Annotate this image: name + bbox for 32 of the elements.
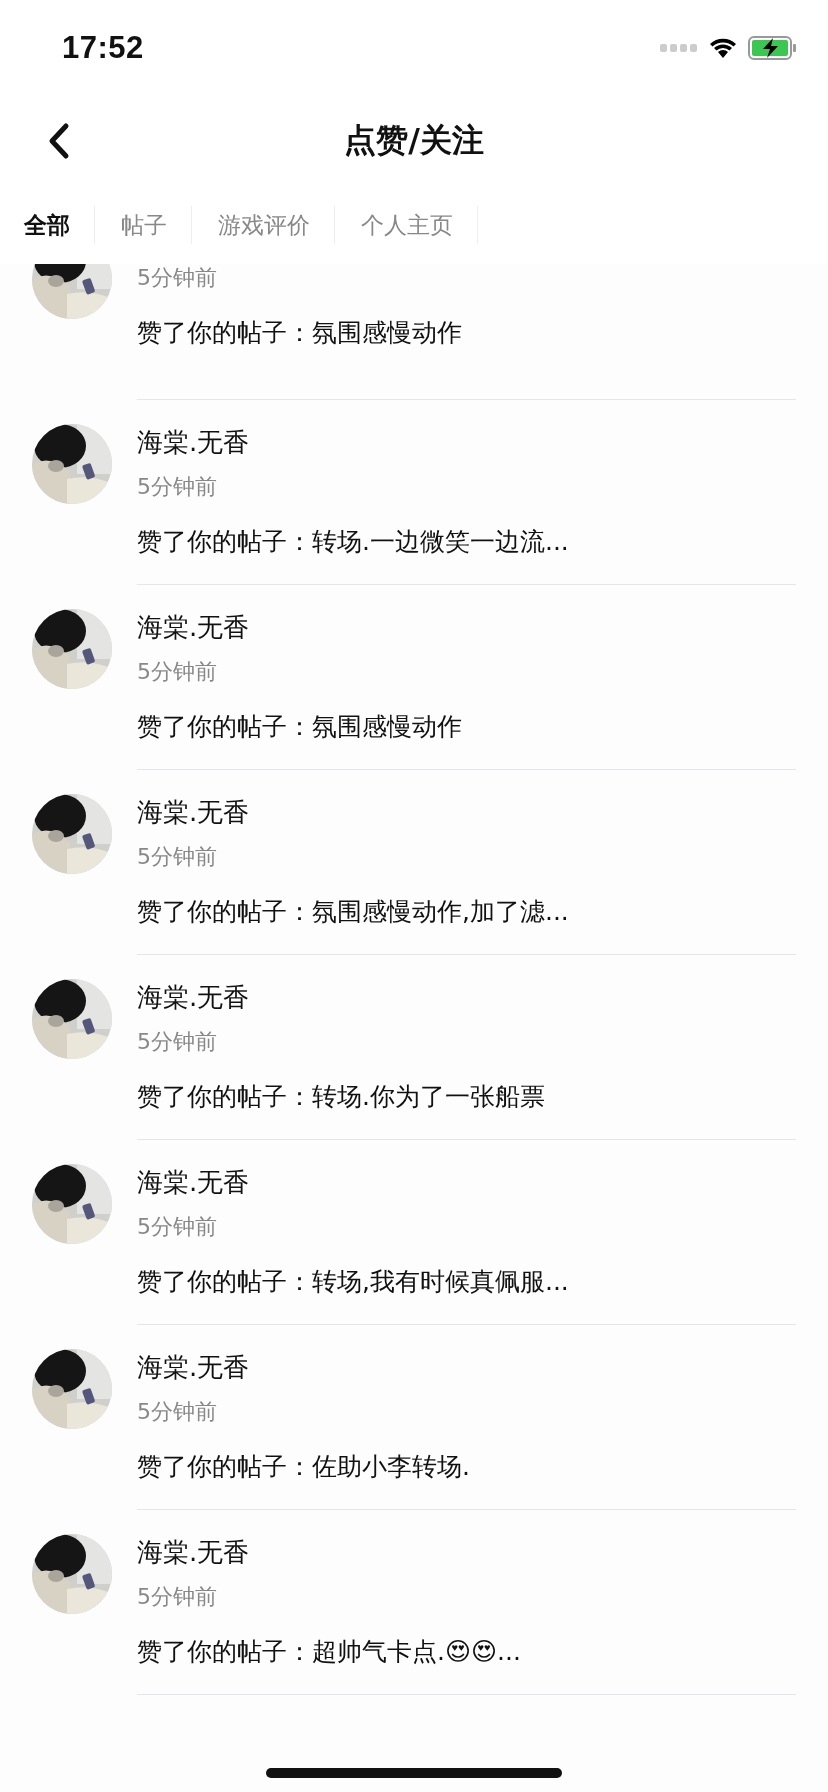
user-name: 海棠.无香 (137, 611, 251, 644)
wifi-icon (708, 37, 738, 59)
notification-text: 赞了你的帖子：氛围感慢动作 (137, 317, 463, 349)
notification-text: 赞了你的帖子：佐助小李转场. (137, 1451, 471, 1483)
tab[interactable]: 全部 (12, 206, 95, 244)
notification-text: 赞了你的帖子：超帅气卡点.😍😍... (137, 1636, 522, 1668)
user-name: 海棠.无香 (137, 1351, 251, 1384)
tab[interactable]: 帖子 (109, 206, 192, 244)
tab[interactable]: 游戏评价 (206, 206, 335, 244)
timestamp: 5分钟前 (137, 843, 218, 871)
tab[interactable]: 个人主页 (349, 206, 478, 244)
user-name: 海棠.无香 (137, 1536, 251, 1569)
status-time: 17:52 (62, 30, 144, 66)
battery-icon (748, 36, 798, 60)
timestamp: 5分钟前 (137, 473, 218, 501)
page-title: 点赞/关注 (344, 120, 484, 161)
user-name: 海棠.无香 (137, 426, 251, 459)
notification-text: 赞了你的帖子：氛围感慢动作,加了滤... (137, 896, 570, 928)
timestamp: 5分钟前 (137, 1213, 218, 1241)
signal-icon (660, 43, 698, 53)
timestamp: 5分钟前 (137, 658, 218, 686)
notification-text: 赞了你的帖子：转场.一边微笑一边流... (137, 526, 570, 558)
user-name: 海棠.无香 (137, 796, 251, 829)
notification-text: 赞了你的帖子：转场.你为了一张船票 (137, 1081, 546, 1113)
notification-text: 赞了你的帖子：转场,我有时候真佩服... (137, 1266, 570, 1298)
user-name: 海棠.无香 (137, 981, 251, 1014)
timestamp: 5分钟前 (137, 1398, 218, 1426)
timestamp: 5分钟前 (137, 1028, 218, 1056)
notification-text: 赞了你的帖子：氛围感慢动作 (137, 711, 463, 743)
timestamp: 5分钟前 (137, 264, 218, 292)
user-name: 海棠.无香 (137, 1166, 251, 1199)
timestamp: 5分钟前 (137, 1583, 218, 1611)
